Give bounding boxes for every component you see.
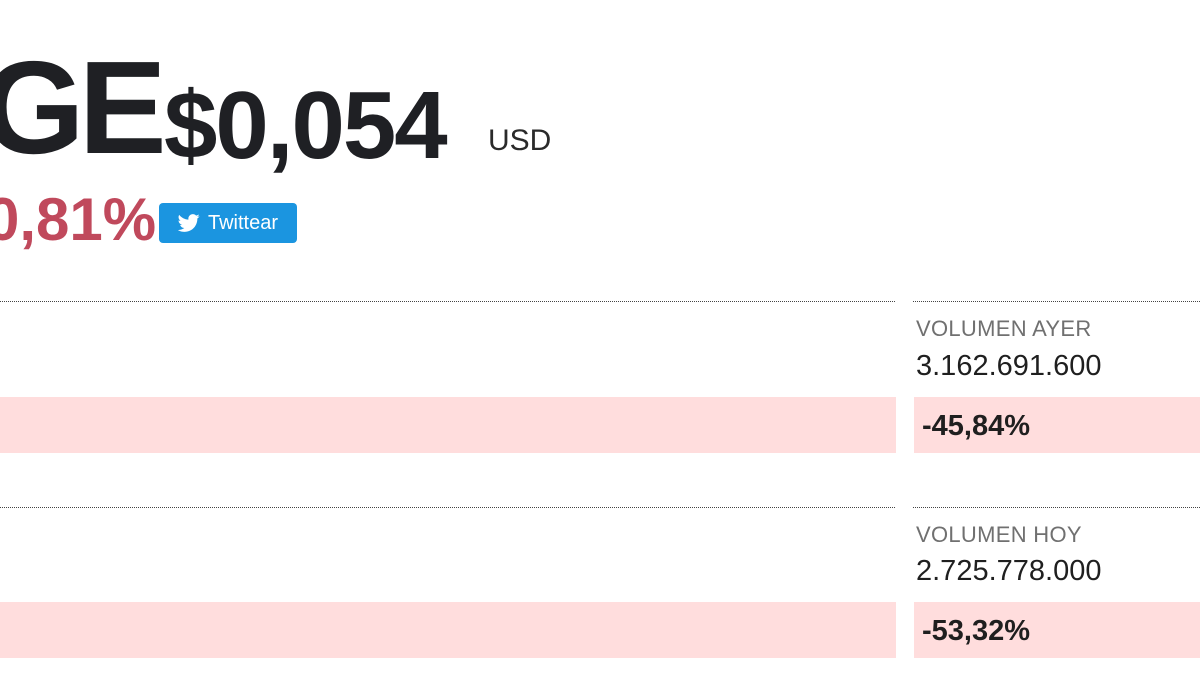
- negative-band: [0, 397, 896, 453]
- volume-yesterday-value: 3.162.691.600: [916, 350, 1102, 382]
- divider: [0, 507, 895, 508]
- volume-yesterday-label: VOLUMEN AYER: [916, 316, 1092, 341]
- negative-band: [0, 602, 896, 658]
- tweet-button[interactable]: Twittear: [159, 203, 297, 243]
- divider: [913, 507, 1200, 508]
- twitter-bird-icon: [177, 212, 200, 234]
- coin-price: $0,054: [164, 72, 448, 179]
- tweet-button-label: Twittear: [207, 211, 279, 234]
- price-change-percent: 0,81%: [0, 186, 157, 253]
- price-currency: USD: [488, 124, 552, 157]
- volume-yesterday-change: -45,84%: [922, 410, 1031, 442]
- divider: [913, 301, 1200, 302]
- volume-today-value: 2.725.778.000: [916, 555, 1102, 587]
- divider: [0, 301, 895, 302]
- volume-today-change: -53,32%: [922, 615, 1031, 647]
- volume-today-label: VOLUMEN HOY: [916, 522, 1082, 547]
- coin-ticker: GE: [0, 34, 167, 181]
